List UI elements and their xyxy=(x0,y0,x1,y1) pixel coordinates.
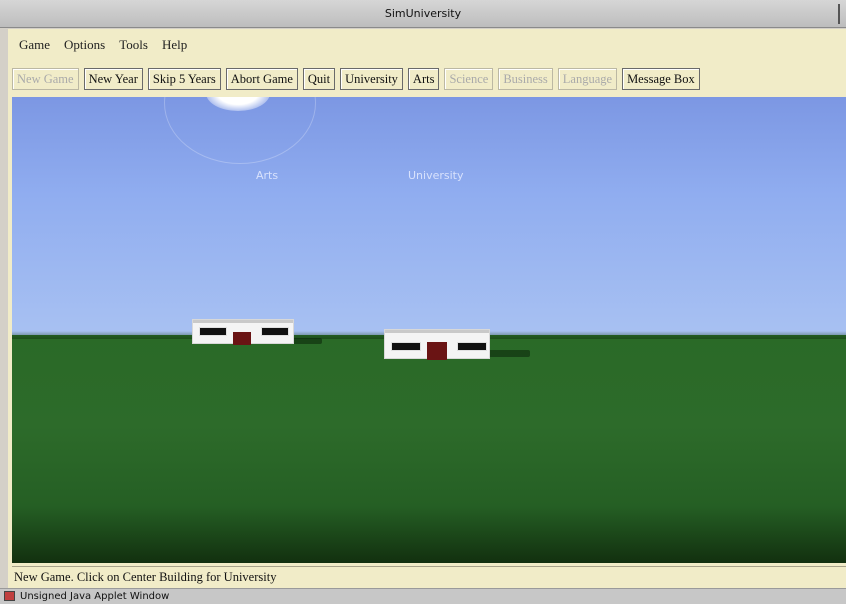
arts-building-window xyxy=(199,327,227,336)
applet-warning-text: Unsigned Java Applet Window xyxy=(20,591,170,602)
university-building-roof xyxy=(385,330,489,333)
window-title: SimUniversity xyxy=(384,7,462,20)
new-game-button[interactable]: New Game xyxy=(12,68,79,90)
new-year-button[interactable]: New Year xyxy=(83,68,143,90)
toolbar: New Game New Year Skip 5 Years Abort Gam… xyxy=(12,67,700,91)
menu-bar: Game Options Tools Help xyxy=(12,32,194,58)
abort-game-button[interactable]: Abort Game xyxy=(225,68,298,90)
window-control-edge xyxy=(838,4,840,24)
java-cup-icon xyxy=(4,591,15,601)
quit-button[interactable]: Quit xyxy=(302,68,336,90)
arts-building-window xyxy=(261,327,289,336)
status-bar: New Game. Click on Center Building for U… xyxy=(12,566,846,586)
university-building-window xyxy=(391,342,421,351)
menu-tools[interactable]: Tools xyxy=(112,32,155,58)
science-button[interactable]: Science xyxy=(444,68,494,90)
university-button[interactable]: University xyxy=(340,68,403,90)
menu-options[interactable]: Options xyxy=(57,32,112,58)
arts-scene-label: Arts xyxy=(256,169,279,182)
ground xyxy=(12,335,846,563)
menu-help[interactable]: Help xyxy=(155,32,194,58)
message-box-button[interactable]: Message Box xyxy=(622,68,700,90)
business-button[interactable]: Business xyxy=(498,68,553,90)
status-message: New Game. Click on Center Building for U… xyxy=(14,570,277,584)
arts-button[interactable]: Arts xyxy=(407,68,440,90)
university-building[interactable] xyxy=(384,329,490,360)
arts-building[interactable] xyxy=(192,319,294,345)
applet-warning-bar: Unsigned Java Applet Window xyxy=(0,588,846,604)
university-building-window xyxy=(457,342,487,351)
language-button[interactable]: Language xyxy=(557,68,618,90)
arts-building-roof xyxy=(193,320,293,323)
university-scene-label: University xyxy=(408,169,464,182)
menu-game[interactable]: Game xyxy=(12,32,57,58)
skip-5-years-button[interactable]: Skip 5 Years xyxy=(147,68,221,90)
sky xyxy=(12,97,846,341)
university-building-door xyxy=(427,342,447,360)
arts-building-door xyxy=(233,332,251,345)
window-title-bar: SimUniversity xyxy=(0,0,846,28)
campus-3d-view[interactable]: Arts University xyxy=(12,97,846,563)
